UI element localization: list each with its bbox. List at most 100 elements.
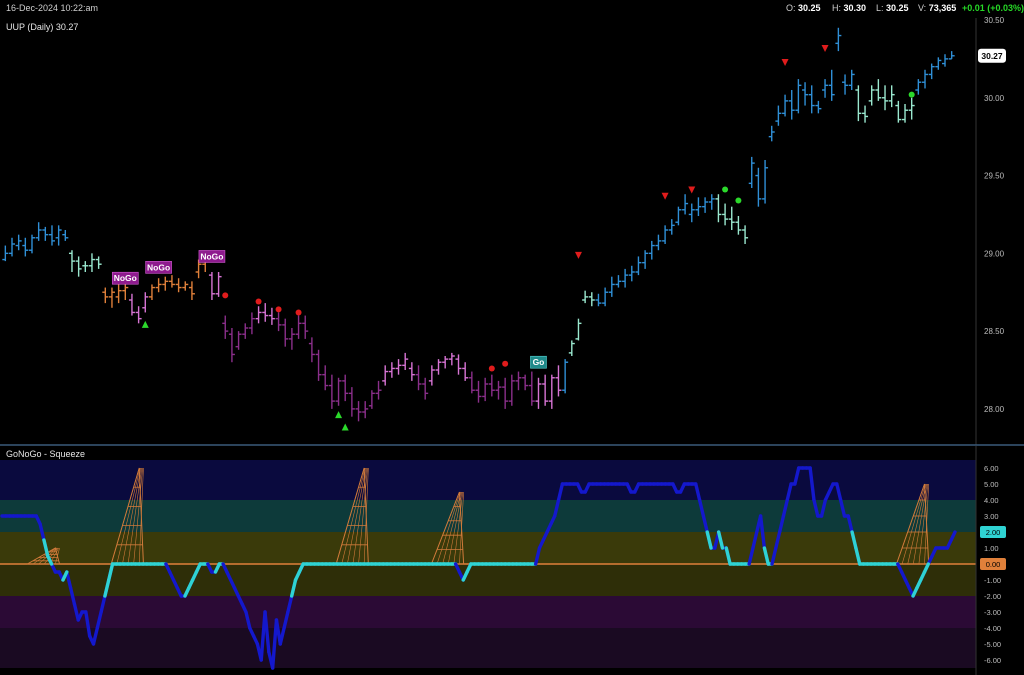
ohlc-bar	[795, 79, 802, 114]
ohlc-bar	[628, 265, 635, 282]
ohlc-bar	[462, 362, 469, 381]
osc-highlight-label: 2.00	[986, 528, 1001, 537]
up-arrow-icon	[335, 411, 343, 419]
last-price-label: 30.27	[981, 51, 1003, 61]
ohlc-bar	[268, 307, 275, 325]
ohlc-bar	[142, 292, 149, 313]
ohlc-bar	[868, 85, 875, 106]
ohlc-bar	[915, 79, 922, 95]
ohlc-bar	[42, 226, 49, 241]
ohlc-bar	[382, 365, 389, 386]
ohlc-bar	[288, 328, 295, 350]
green-dot-marker	[722, 186, 729, 193]
go-label: Go	[530, 355, 547, 369]
down-arrow-icon	[661, 192, 669, 200]
ohlc-bar	[242, 323, 249, 339]
red-dot-marker	[255, 298, 262, 305]
ohlc-bar	[542, 374, 549, 406]
chart-canvas: UUP (Daily) 30.27 30.50 30.00 29.50 29.00 28…	[0, 16, 1024, 675]
ohlc-bar	[815, 100, 822, 114]
ohlc-bar	[175, 278, 182, 293]
down-arrow-icon	[821, 45, 829, 52]
red-dot-marker	[222, 292, 229, 299]
ohlc-bar	[622, 268, 629, 288]
ohlc-bar	[68, 250, 75, 272]
ohlc-bar	[275, 312, 282, 332]
nogo-label: NoGo	[198, 250, 226, 263]
ohlc-bar	[888, 85, 895, 108]
ohlc-bar	[115, 284, 122, 304]
ohlc-bar	[735, 216, 742, 235]
ohlc-bar	[748, 156, 755, 188]
ohlc-bar	[28, 234, 35, 254]
ohlc-bar	[468, 371, 475, 394]
ohlc-bar	[508, 374, 515, 406]
ohlc-bar	[702, 197, 709, 213]
ohlc-bar	[595, 293, 602, 307]
ohlc-bar	[388, 362, 395, 378]
red-dot-marker	[275, 306, 282, 313]
ohlc-bar	[635, 256, 642, 276]
ohlc-bar	[295, 315, 302, 339]
down-arrow-icon	[574, 251, 582, 259]
ohlc-bar	[362, 401, 369, 419]
ohlc-bar	[302, 315, 309, 339]
price-y-tick: 29.50	[984, 172, 1005, 181]
ohlc-bar	[855, 85, 862, 122]
ohlc-bar	[808, 85, 815, 114]
ohlc-bar	[482, 377, 489, 402]
ohlc-bar	[548, 374, 555, 409]
ohlc-bar	[862, 105, 869, 123]
ohlc-bar	[555, 365, 562, 397]
ohlc-bar	[502, 377, 509, 409]
osc-y-tick: -5.00	[984, 640, 1001, 649]
ohlc-bar	[2, 245, 9, 262]
ohlc-bar	[208, 272, 215, 300]
ohlc-bar	[782, 94, 789, 117]
ohlc-bar	[528, 371, 535, 406]
osc-y-tick: 1.00	[984, 544, 999, 553]
ohlc-bar	[835, 27, 842, 52]
ohlc-bar	[575, 318, 582, 341]
ohlc-bar	[395, 359, 402, 375]
ohlc-bar	[802, 82, 809, 106]
ohlc-bar	[602, 287, 609, 307]
ohlc-bar	[262, 303, 269, 322]
osc-y-tick: 4.00	[984, 496, 999, 505]
ohlc-bar	[182, 281, 189, 291]
label-text: Go	[533, 357, 545, 367]
ohlc-bar	[695, 197, 702, 216]
osc-y-tick: 6.00	[984, 464, 999, 473]
ohlc-bar	[535, 377, 542, 409]
oscillator-band	[0, 596, 976, 628]
ohlc-bar	[415, 365, 422, 391]
ohlc-bar	[162, 276, 169, 291]
ohlc-bar	[55, 225, 62, 246]
ohlc-bar	[828, 69, 835, 101]
ohlc-bar	[475, 380, 482, 403]
ohlc-bar	[102, 287, 109, 304]
ohlc-bar	[648, 240, 655, 260]
osc-y-tick: -3.00	[984, 608, 1001, 617]
ohlc-bar	[35, 222, 42, 241]
ohlc-bar	[775, 105, 782, 126]
ohlc-bar	[228, 328, 235, 363]
ohlc-bar	[48, 225, 55, 246]
oscillator-band	[0, 532, 976, 564]
ohlc-bar	[402, 352, 409, 370]
ohlc-bar	[642, 250, 649, 269]
ohlc-bar	[155, 278, 162, 293]
osc-y-tick: 5.00	[984, 480, 999, 489]
ohlc-bar	[515, 371, 522, 391]
ohlc-bar	[322, 365, 329, 391]
ohlc-bar	[928, 63, 935, 80]
ohlc-bar	[942, 54, 949, 67]
ohlc-bar	[62, 230, 69, 241]
ohlc-bar	[755, 167, 762, 207]
ohlc-bar	[315, 349, 322, 381]
ohlc-bar	[488, 374, 495, 397]
ohlc-bar	[422, 377, 429, 400]
ohlc-bar	[688, 203, 695, 223]
down-arrow-icon	[781, 59, 789, 66]
label-text: NoGo	[147, 262, 170, 272]
